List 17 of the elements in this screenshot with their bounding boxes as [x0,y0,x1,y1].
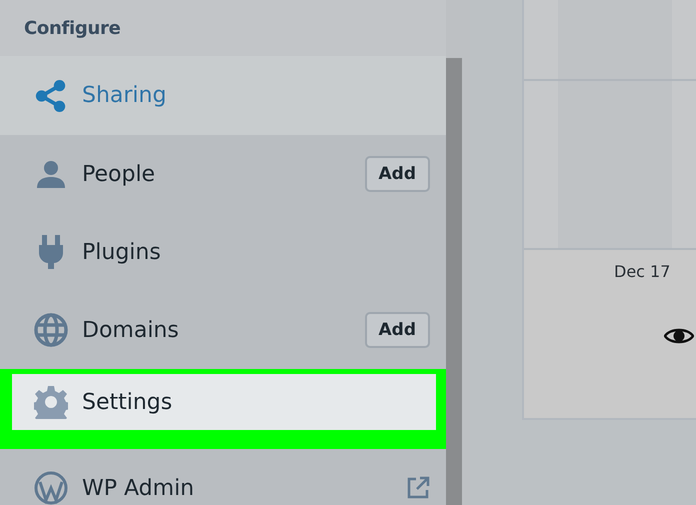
sidebar-item[interactable]: Settings [12,374,436,430]
globe-icon [34,313,68,347]
sidebar-item[interactable]: Plugins [0,213,446,291]
add-button[interactable]: Add [364,156,430,192]
wordpress-icon [34,471,68,505]
section-title: Configure [0,0,446,56]
add-button[interactable]: Add [364,312,430,348]
plug-icon [37,235,65,269]
gear-icon [34,385,68,419]
sidebar-item[interactable]: WP Admin [0,449,446,505]
scrollbar[interactable] [446,58,462,505]
axis-label: Dec 17 [614,262,672,281]
person-icon [36,160,66,188]
sidebar-item[interactable]: Domains Add [0,291,446,369]
share-icon [34,78,68,112]
eye-icon [664,327,694,345]
sidebar-item[interactable]: People Add [0,135,446,213]
